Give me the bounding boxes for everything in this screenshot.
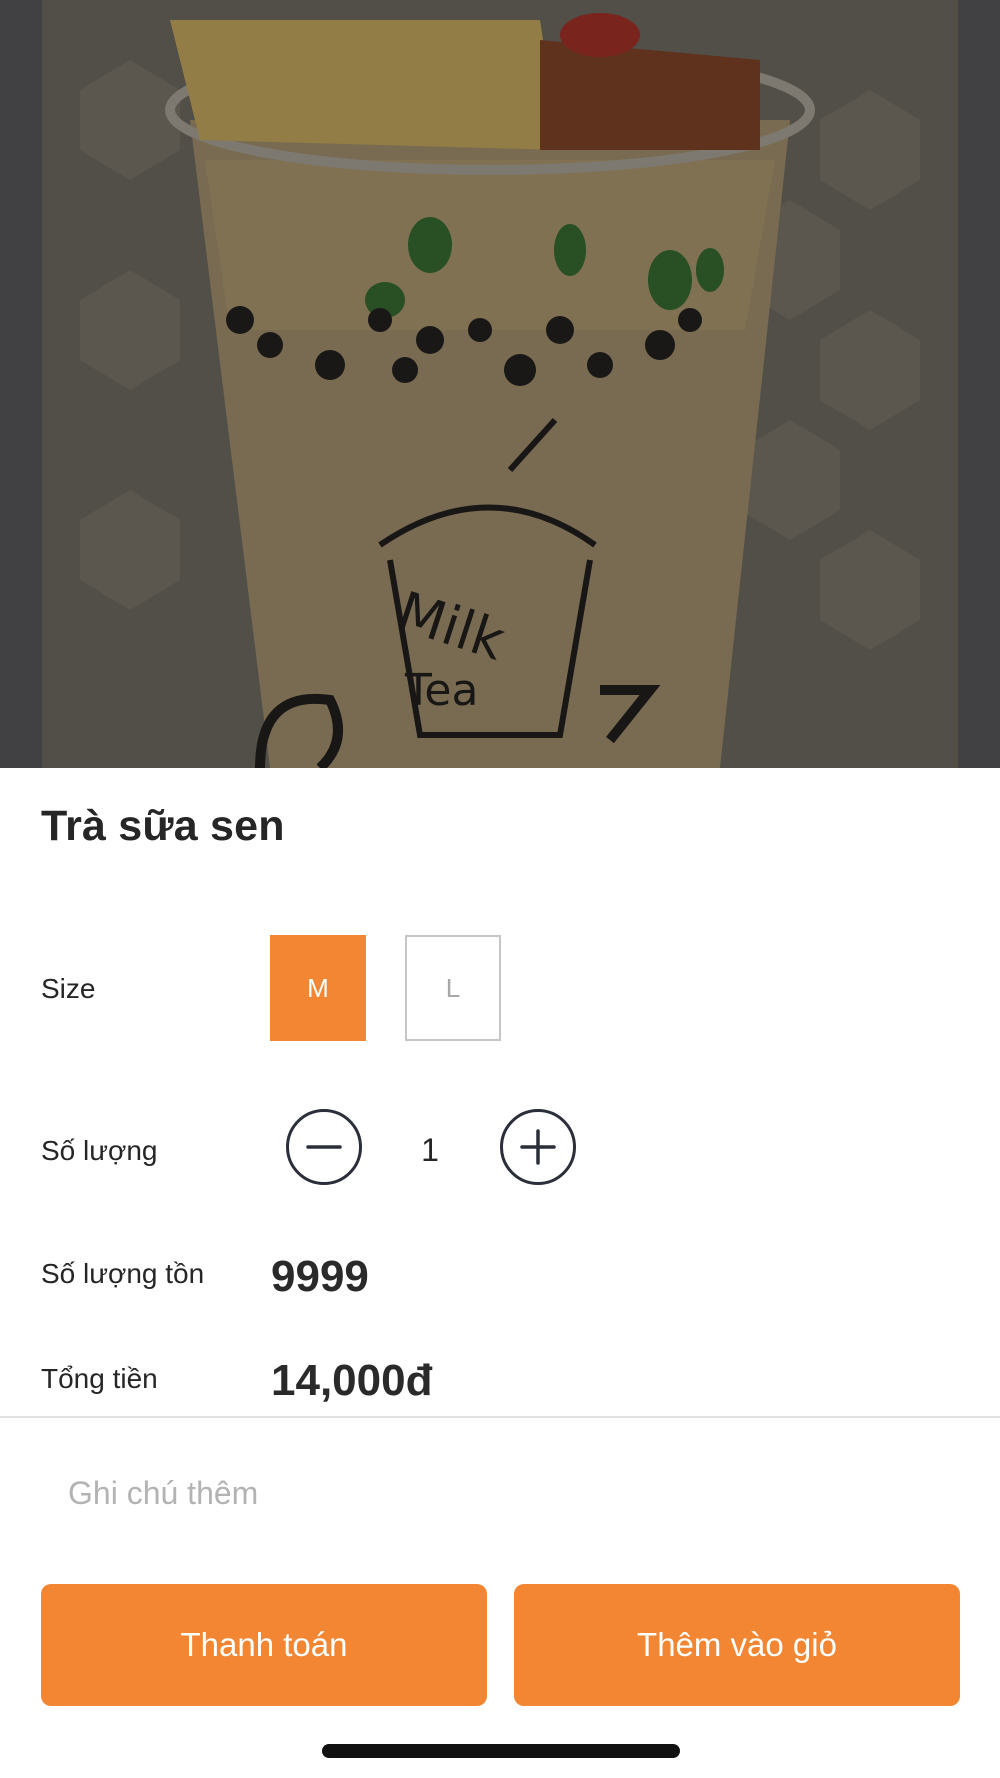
divider bbox=[0, 1416, 1000, 1418]
decrease-quantity-button[interactable] bbox=[286, 1109, 362, 1185]
product-photo: Milk Tea bbox=[0, 0, 1000, 768]
stock-label: Số lượng tồn bbox=[41, 1258, 205, 1289]
total-price: 14,000đ bbox=[271, 1356, 433, 1405]
size-label: Size bbox=[41, 973, 96, 1004]
add-to-cart-button[interactable]: Thêm vào giỏ bbox=[514, 1584, 960, 1706]
product-name: Trà sữa sen bbox=[41, 802, 285, 850]
checkout-button[interactable]: Thanh toán bbox=[41, 1584, 487, 1706]
size-option-l[interactable]: L bbox=[405, 935, 501, 1041]
quantity-label: Số lượng bbox=[41, 1135, 158, 1166]
increase-quantity-button[interactable] bbox=[500, 1109, 576, 1185]
milk-tea-cup-image: Milk Tea bbox=[0, 0, 1000, 768]
home-indicator bbox=[322, 1744, 680, 1758]
total-label: Tổng tiền bbox=[41, 1363, 158, 1394]
quantity-value: 1 bbox=[421, 1132, 439, 1168]
product-detail-screen: Milk Tea Trà sữa sen Size M L Số lượng 1 bbox=[0, 0, 1000, 1778]
minus-icon bbox=[306, 1145, 342, 1149]
size-option-m[interactable]: M bbox=[270, 935, 366, 1041]
stock-value: 9999 bbox=[271, 1252, 369, 1301]
note-input[interactable] bbox=[41, 1458, 959, 1528]
product-options-sheet: Trà sữa sen Size M L Số lượng 1 Số lượng… bbox=[0, 768, 1000, 1778]
plus-icon bbox=[520, 1129, 556, 1165]
